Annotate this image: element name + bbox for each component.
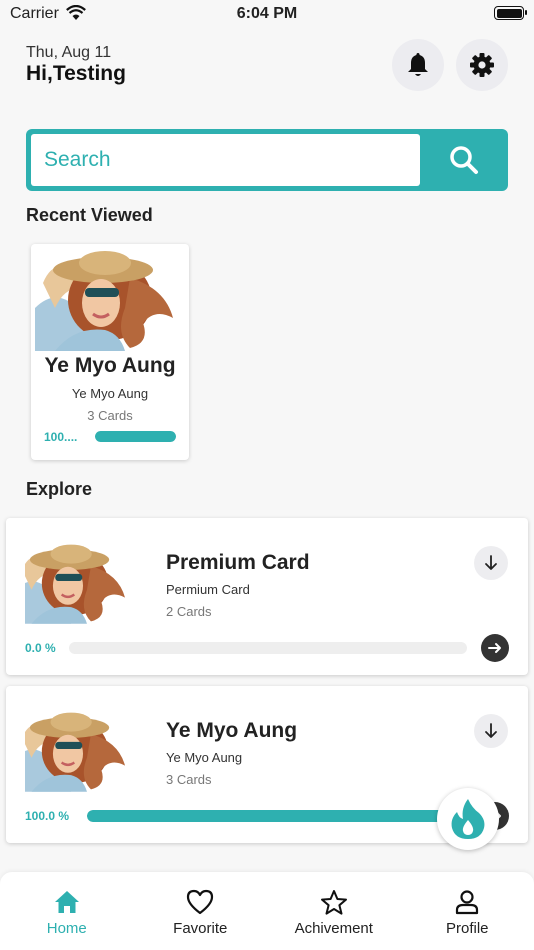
status-time: 6:04 PM (236, 5, 298, 22)
download-button[interactable] (474, 546, 508, 580)
progress-bar (87, 810, 467, 822)
arrow-down-icon (485, 555, 497, 570)
card-title: Ye Myo Aung (166, 719, 298, 742)
progress-bar (95, 431, 176, 442)
greeting: Hi,Testing (26, 62, 126, 85)
nav-home[interactable]: Home (0, 872, 134, 950)
explore-title: Explore (26, 479, 93, 499)
star-icon (320, 889, 347, 915)
bottom-navigation: Home Favorite Achivement Profile (0, 872, 534, 950)
search-icon (450, 146, 478, 174)
open-button[interactable] (481, 634, 509, 662)
progress-label: 100.0 % (25, 809, 70, 823)
nav-label: Home (46, 920, 87, 937)
progress-fill (87, 810, 467, 822)
recent-card[interactable]: Ye Myo Aung Ye Myo Aung 3 Cards 100.... (31, 244, 189, 460)
card-count: 3 Cards (166, 772, 212, 787)
recent-viewed-title: Recent Viewed (26, 205, 153, 225)
gear-icon (470, 53, 494, 77)
person-icon (456, 890, 479, 915)
search-bar (26, 129, 508, 191)
heart-icon (187, 889, 214, 915)
card-subtitle: Permium Card (166, 582, 250, 597)
battery-icon (494, 6, 527, 20)
card-title: Premium Card (166, 551, 310, 574)
notifications-button[interactable] (392, 39, 444, 91)
streak-fab[interactable] (437, 788, 499, 850)
nav-profile[interactable]: Profile (401, 872, 534, 950)
explore-card[interactable]: Premium Card Permium Card 2 Cards 0.0 % (6, 518, 528, 675)
card-thumbnail (25, 700, 145, 802)
card-thumbnail (35, 248, 185, 351)
settings-button[interactable] (456, 39, 508, 91)
bell-icon (408, 53, 428, 76)
progress-label: 0.0 % (25, 641, 56, 655)
progress-bar (69, 642, 467, 654)
download-button[interactable] (474, 714, 508, 748)
search-input[interactable] (31, 134, 420, 186)
arrow-right-icon (488, 643, 501, 653)
progress-fill (95, 431, 176, 442)
home-icon (54, 891, 79, 913)
nav-label: Achivement (294, 920, 373, 937)
card-subtitle: Ye Myo Aung (166, 750, 243, 765)
status-bar: Carrier 6:04 PM (0, 0, 534, 28)
search-button[interactable] (420, 129, 508, 191)
card-thumbnail (25, 532, 145, 634)
card-count: 3 Cards (87, 408, 133, 423)
nav-achievement[interactable]: Achivement (267, 872, 401, 950)
nav-favorite[interactable]: Favorite (134, 872, 268, 950)
nav-label: Favorite (173, 920, 228, 937)
card-subtitle: Ye Myo Aung (71, 386, 149, 401)
card-count: 2 Cards (166, 604, 212, 619)
progress-label: 100.... (44, 430, 78, 444)
arrow-down-icon (485, 723, 497, 738)
flame-icon (451, 799, 485, 839)
nav-label: Profile (445, 920, 489, 937)
current-date: Thu, Aug 11 (26, 44, 112, 61)
card-title: Ye Myo Aung (44, 354, 176, 377)
